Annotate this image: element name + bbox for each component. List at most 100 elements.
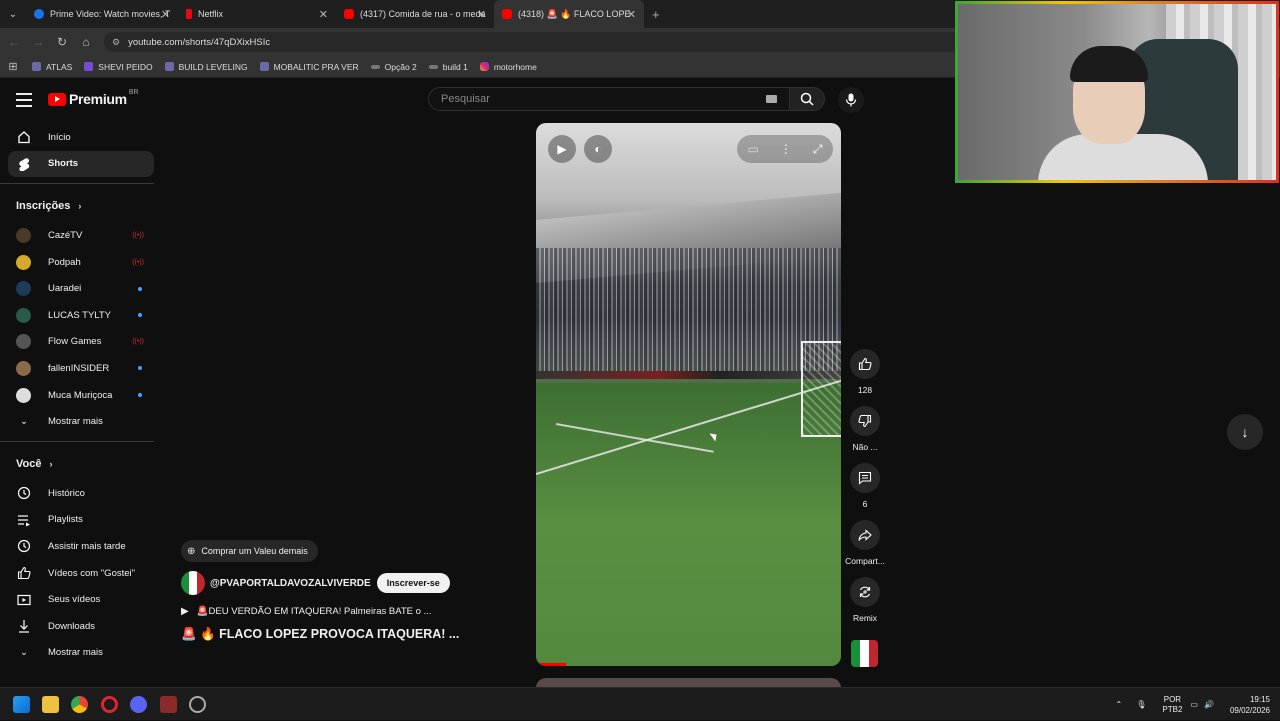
tab-search-icon[interactable]: ⌄ — [0, 0, 26, 28]
new-tab-button[interactable]: + — [652, 7, 660, 22]
captions-icon[interactable]: ▭ — [748, 142, 759, 156]
search-icon — [800, 92, 814, 106]
bookmark-shevi-peido[interactable]: SHEVI PEIDO — [84, 61, 153, 72]
apps-grid-icon[interactable]: ⊞ — [0, 60, 26, 73]
short-video-player[interactable]: ▶ ◐ ▭ ⋮ ⤢ — [536, 123, 841, 666]
volume-button[interactable]: ◐ — [584, 135, 612, 163]
subscribe-button[interactable]: Inscrever-se — [376, 573, 450, 593]
search-button[interactable] — [789, 87, 825, 111]
show-more-you[interactable]: ⌄ Mostrar mais — [8, 640, 154, 667]
close-tab-icon[interactable]: ✕ — [627, 8, 636, 21]
bookmark-label: SHEVI PEIDO — [98, 61, 153, 72]
comments-button[interactable]: 6 — [842, 463, 888, 509]
like-button[interactable]: 128 — [842, 349, 888, 395]
sidebar-item-watch-later[interactable]: Assistir mais tarde — [8, 533, 154, 560]
address-bar[interactable]: ⚙ youtube.com/shorts/47qDXixHSIc — [104, 32, 964, 52]
bookmark-build-leveling[interactable]: BUILD LEVELING — [164, 61, 248, 72]
sidebar-item-subscription[interactable]: Flow Games ((•)) — [8, 329, 154, 356]
channel-avatar — [16, 387, 31, 403]
video-options: ▭ ⋮ ⤢ — [737, 135, 833, 163]
sidebar-item-subscription[interactable]: LUCAS TYLTY — [8, 302, 154, 329]
show-more-subscriptions[interactable]: ⌄ Mostrar mais — [8, 408, 154, 435]
bookmark-label: motorhome — [493, 61, 537, 72]
reload-icon[interactable]: ↻ — [50, 35, 74, 49]
search-input[interactable]: Pesquisar — [428, 87, 790, 111]
sidebar-item-playlists[interactable]: Playlists — [8, 507, 154, 534]
sidebar-item-your-videos[interactable]: Seus vídeos — [8, 586, 154, 613]
short-info: ⊕ Comprar um Valeu demais @PVAPORTALDAVO… — [181, 540, 481, 642]
close-tab-icon[interactable]: ✕ — [319, 8, 328, 21]
new-content-dot — [138, 286, 142, 291]
language-indicator[interactable]: POR PTB2 — [1162, 695, 1182, 715]
sidebar-item-subscription[interactable]: Podpah ((•)) — [8, 249, 154, 276]
chevron-up-icon[interactable]: ⌃ — [1116, 700, 1123, 709]
sidebar-item-downloads[interactable]: Downloads — [8, 613, 154, 640]
sidebar-item-liked-videos[interactable]: Vídeos com "Gostei" — [8, 560, 154, 587]
sidebar-item-subscription[interactable]: fallenINSIDER — [8, 355, 154, 382]
like-count: 128 — [857, 385, 873, 395]
app-icon[interactable] — [160, 696, 177, 713]
play-button[interactable]: ▶ — [548, 135, 576, 163]
sidebar-item-subscription[interactable]: Muca Muriçoca — [8, 382, 154, 409]
remix-button[interactable]: Remix — [842, 577, 888, 623]
opera-icon[interactable] — [101, 696, 118, 713]
tab-youtube-comida[interactable]: (4317) Comida de rua - o meda ✕ — [336, 0, 494, 28]
sidebar-item-subscription[interactable]: Uaradei — [8, 275, 154, 302]
clock[interactable]: 19:15 09/02/2026 — [1230, 694, 1270, 716]
stadium-crowd — [536, 248, 841, 378]
sidebar-item-history[interactable]: Histórico — [8, 480, 154, 507]
bookmark-icon — [370, 64, 380, 69]
microphone-icon[interactable]: 🎙 — [1136, 700, 1146, 709]
dislike-button[interactable]: Não ... — [842, 406, 888, 452]
next-short-button[interactable]: ↓ — [1227, 414, 1263, 450]
channel-handle[interactable]: @PVAPORTALDAVOZALVIVERDE — [210, 578, 371, 589]
fullscreen-icon[interactable]: ⤢ — [813, 142, 823, 157]
channel-thumbnail[interactable] — [851, 640, 878, 667]
close-tab-icon[interactable]: ✕ — [477, 8, 486, 21]
bookmark-atlas[interactable]: ATLAS — [32, 62, 72, 72]
sidebar: Início Shorts Inscrições › CazéTV ((•)) … — [0, 124, 154, 667]
home-icon[interactable]: ⌂ — [74, 35, 98, 49]
tab-prime-video[interactable]: Prime Video: Watch movies, TV ✕ — [26, 0, 178, 28]
file-explorer-icon[interactable] — [42, 696, 59, 713]
short-title[interactable]: 🚨 🔥 FLACO LOPEZ PROVOCA ITAQUERA! ... — [181, 627, 481, 642]
volume-icon[interactable]: 🔊 — [1204, 700, 1214, 709]
short-description: 🚨DEU VERDÃO EM ITAQUERA! Palmeiras BATE … — [196, 606, 432, 617]
live-icon: ((•)) — [132, 231, 144, 239]
share-button[interactable]: Compart... — [842, 520, 888, 566]
sidebar-item-subscription[interactable]: CazéTV ((•)) — [8, 222, 154, 249]
section-title: Você — [16, 457, 42, 470]
bookmark-mobalitic[interactable]: MOBALITIC PRA VER — [259, 62, 359, 72]
sidebar-item-inicio[interactable]: Início — [8, 124, 154, 151]
network-icon[interactable]: ▭ — [1190, 700, 1198, 709]
discord-icon[interactable] — [130, 696, 147, 713]
bookmark-motorhome[interactable]: motorhome — [479, 61, 537, 72]
buy-thanks-chip[interactable]: ⊕ Comprar um Valeu demais — [181, 540, 318, 562]
tab-netflix[interactable]: Netflix ✕ — [178, 0, 336, 28]
you-heading[interactable]: Você › — [8, 448, 154, 480]
bookmark-opcao-2[interactable]: Opção 2 — [370, 62, 417, 72]
chrome-icon[interactable] — [71, 696, 88, 713]
tab-youtube-flaco[interactable]: (4318) 🚨 🔥 FLACO LOPEZ PR ✕ — [494, 0, 644, 28]
bookmark-build-1[interactable]: build 1 — [428, 62, 468, 72]
video-progress[interactable] — [536, 663, 566, 666]
close-tab-icon[interactable]: ✕ — [161, 8, 170, 21]
site-info-icon[interactable]: ⚙ — [112, 37, 120, 48]
system-tray: ⌃ 🎙 POR PTB2 ▭ 🔊 19:15 09/02/2026 — [1116, 688, 1280, 721]
keyboard-icon[interactable] — [766, 95, 777, 103]
subscriptions-heading[interactable]: Inscrições › — [8, 190, 154, 222]
menu-icon[interactable] — [16, 93, 32, 111]
sidebar-item-shorts[interactable]: Shorts — [8, 150, 154, 178]
more-vert-icon[interactable]: ⋮ — [780, 142, 792, 156]
channel-avatar[interactable] — [181, 571, 205, 595]
app-icon[interactable] — [189, 696, 206, 713]
sidebar-item-label: Mostrar mais — [48, 647, 103, 659]
description-row[interactable]: ▶ 🚨DEU VERDÃO EM ITAQUERA! Palmeiras BAT… — [181, 606, 481, 617]
back-icon[interactable]: ← — [2, 35, 26, 49]
channel-name: fallenINSIDER — [48, 362, 110, 374]
youtube-premium-logo[interactable]: Premium BR — [48, 89, 139, 107]
voice-search-button[interactable] — [838, 87, 864, 113]
bookmark-label: BUILD LEVELING — [178, 61, 248, 72]
forward-icon[interactable]: → — [26, 35, 50, 49]
windows-start-icon[interactable] — [13, 696, 30, 713]
